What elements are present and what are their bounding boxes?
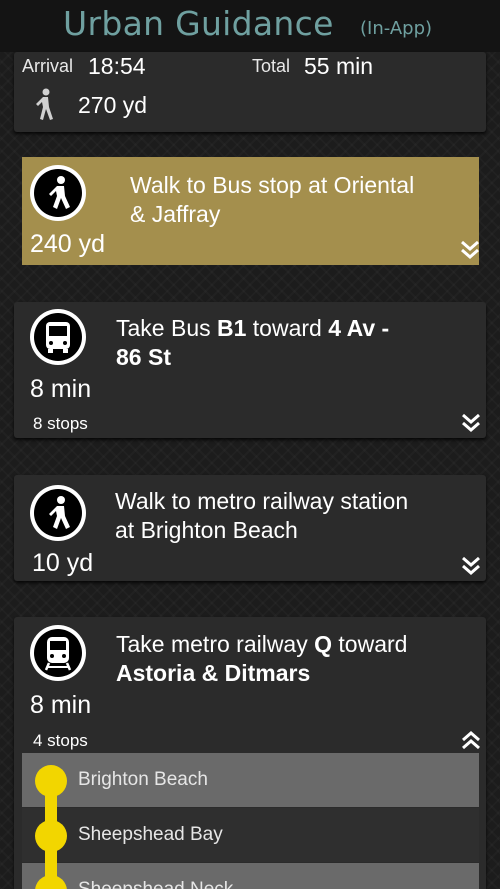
arrival-label: Arrival xyxy=(22,56,74,76)
stop-name: Sheepshead Bay xyxy=(78,824,223,845)
arrival-time: 18:54 xyxy=(88,53,146,79)
expand-chevron-icon[interactable] xyxy=(459,239,481,261)
app-header: Urban Guidance (In-App) xyxy=(0,0,500,52)
stop-list-item[interactable]: Sheepshead Bay xyxy=(22,808,479,862)
total-label: Total xyxy=(252,56,291,76)
step-walk-to-metro[interactable]: Walk to metro railway station at Brighto… xyxy=(14,475,486,581)
collapse-chevron-icon[interactable] xyxy=(460,729,482,751)
app-subtitle: (In-App) xyxy=(360,18,433,39)
step-stop-count: 8 stops xyxy=(33,414,88,433)
step-duration: 8 min xyxy=(30,691,92,719)
app-title: Urban Guidance xyxy=(63,4,334,43)
trip-summary-card: Arrival 18:54 Total 55 min 270 yd xyxy=(14,52,486,132)
step-distance: 240 yd xyxy=(30,230,106,258)
stop-list-item[interactable]: Brighton Beach xyxy=(22,753,479,807)
stop-name: Brighton Beach xyxy=(78,769,208,790)
step-take-bus[interactable]: Take Bus B1 toward 4 Av - 86 St 8 min 8 … xyxy=(14,302,486,438)
stop-dot xyxy=(35,765,67,797)
stop-name: Sheepshead Neck xyxy=(78,879,233,889)
step-instruction: Walk to Bus stop at Oriental & Jaffray xyxy=(130,172,415,227)
pedestrian-icon xyxy=(30,485,86,541)
step-instruction: Take Bus B1 toward 4 Av - 86 St xyxy=(116,315,390,370)
step-instruction: Walk to metro railway station at Brighto… xyxy=(115,488,409,543)
step-instruction: Take metro railway Q toward Astoria & Di… xyxy=(116,631,408,686)
pedestrian-icon xyxy=(30,165,86,221)
metro-train-icon xyxy=(30,625,86,681)
walking-person-icon xyxy=(34,88,56,122)
step-distance: 10 yd xyxy=(32,549,94,577)
step-stop-count: 4 stops xyxy=(33,731,88,750)
stop-dot xyxy=(35,820,67,852)
total-time: 55 min xyxy=(304,53,374,79)
expand-chevron-icon[interactable] xyxy=(460,555,482,577)
step-duration: 8 min xyxy=(30,375,92,403)
bus-icon xyxy=(30,309,86,365)
stop-list-item[interactable]: Sheepshead Neck xyxy=(22,863,479,889)
step-walk-to-bus-stop[interactable]: Walk to Bus stop at Oriental & Jaffray 2… xyxy=(22,157,479,265)
walk-distance: 270 yd xyxy=(78,92,148,118)
expand-chevron-icon[interactable] xyxy=(460,412,482,434)
